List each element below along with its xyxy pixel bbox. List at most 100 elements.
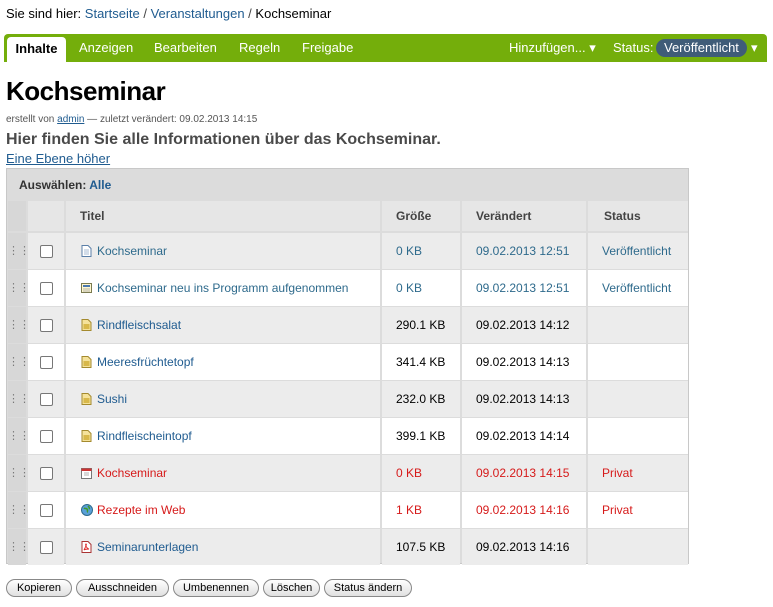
table-row[interactable]: ⋮⋮ Seminarunterlagen 107.5 KB 09.02.2013 14… [7, 529, 688, 565]
column-header-status[interactable]: Status [588, 201, 688, 231]
breadcrumb-home-link[interactable]: Startseite [85, 6, 140, 21]
table-row[interactable]: ⋮⋮ Meeresfrüchtetopf 341.4 KB 09.02.2013 14… [7, 344, 688, 380]
status-value: Veröffentlicht [664, 40, 739, 55]
drag-handle-icon[interactable]: ⋮⋮ [8, 529, 30, 565]
item-title-link[interactable]: Rindfleischeintopf [97, 418, 192, 454]
author-link[interactable]: admin [57, 114, 84, 125]
drag-handle-icon[interactable]: ⋮⋮ [8, 233, 30, 269]
byline-created: erstellt von [6, 114, 55, 125]
item-modified: 09.02.2013 12:51 [462, 270, 586, 306]
pdf-file-icon [81, 541, 92, 553]
tab-sharing[interactable]: Freigabe [302, 34, 353, 62]
table-row[interactable]: ⋮⋮ Kochseminar neu ins Programm aufgenomm… [7, 270, 688, 306]
delete-button[interactable]: Löschen [263, 579, 320, 597]
page-description: Hier finden Sie alle Informationen über … [6, 131, 441, 148]
link-globe-icon [81, 504, 93, 516]
column-header-size[interactable]: Größe [382, 201, 460, 231]
tab-contents[interactable]: Inhalte [7, 37, 66, 62]
image-icon [81, 393, 92, 405]
cut-button[interactable]: Ausschneiden [76, 579, 169, 597]
item-size: 0 KB [382, 270, 460, 306]
breadcrumb-events-link[interactable]: Veranstaltungen [151, 6, 245, 21]
item-title-link[interactable]: Kochseminar [97, 233, 167, 269]
item-status [588, 381, 688, 417]
row-checkbox[interactable] [40, 282, 53, 295]
row-checkbox[interactable] [40, 504, 53, 517]
table-row[interactable]: ⋮⋮ Sushi 232.0 KB 09.02.2013 14:13 [7, 381, 688, 417]
drag-handle-icon[interactable]: ⋮⋮ [8, 492, 30, 528]
breadcrumb-prefix: Sie sind hier: [6, 6, 82, 21]
copy-button[interactable]: Kopieren [6, 579, 72, 597]
item-modified: 09.02.2013 14:15 [462, 455, 586, 491]
folder-contents-table: Auswählen: Alle Titel Größe Verändert St… [6, 168, 689, 565]
item-status: Privat [588, 492, 688, 528]
edit-bar: Inhalte Anzeigen Bearbeiten Regeln Freig… [4, 34, 767, 62]
rename-button[interactable]: Umbenennen [173, 579, 259, 597]
row-checkbox[interactable] [40, 430, 53, 443]
table-row[interactable]: ⋮⋮ Rindfleischeintopf 399.1 KB 09.02.2013 1… [7, 418, 688, 454]
item-status [588, 344, 688, 380]
item-size: 290.1 KB [382, 307, 460, 343]
item-status [588, 307, 688, 343]
select-all-link[interactable]: Alle [89, 178, 111, 192]
item-status: Privat [588, 455, 688, 491]
item-title-link[interactable]: Meeresfrüchtetopf [97, 344, 194, 380]
byline: erstellt von admin — zuletzt verändert: … [6, 114, 257, 125]
row-checkbox[interactable] [40, 541, 53, 554]
item-title-link[interactable]: Seminarunterlagen [97, 529, 198, 565]
tab-edit[interactable]: Bearbeiten [154, 34, 217, 62]
item-status [588, 418, 688, 454]
breadcrumb: Sie sind hier: Startseite / Veranstaltun… [6, 6, 331, 21]
column-header-modified[interactable]: Verändert [462, 201, 586, 231]
change-state-button[interactable]: Status ändern [324, 579, 412, 597]
item-size: 341.4 KB [382, 344, 460, 380]
item-title-link[interactable]: Sushi [97, 381, 127, 417]
item-status: Veröffentlicht [588, 270, 688, 306]
drag-handle-icon[interactable]: ⋮⋮ [8, 418, 30, 454]
status-label: Status: [613, 40, 654, 55]
byline-modified: — zuletzt verändert: 09.02.2013 14:15 [87, 114, 258, 125]
column-header-title[interactable]: Titel [66, 201, 380, 231]
item-modified: 09.02.2013 14:13 [462, 344, 586, 380]
row-checkbox[interactable] [40, 245, 53, 258]
image-icon [81, 430, 92, 442]
chevron-down-icon[interactable]: ▾ [751, 34, 758, 62]
drag-handle-icon[interactable]: ⋮⋮ [8, 344, 30, 380]
item-size: 1 KB [382, 492, 460, 528]
row-checkbox[interactable] [40, 356, 53, 369]
table-row[interactable]: ⋮⋮ Kochseminar 0 KB 09.02.2013 14:15 Privat [7, 455, 688, 491]
drag-handle-icon[interactable]: ⋮⋮ [8, 307, 30, 343]
item-modified: 09.02.2013 14:14 [462, 418, 586, 454]
drag-handle-icon[interactable]: ⋮⋮ [8, 455, 30, 491]
item-size: 0 KB [382, 233, 460, 269]
drag-handle-icon[interactable]: ⋮⋮ [8, 270, 30, 306]
item-modified: 09.02.2013 12:51 [462, 233, 586, 269]
table-row[interactable]: ⋮⋮ Rindfleischsalat 290.1 KB 09.02.2013 14:… [7, 307, 688, 343]
item-title-link[interactable]: Kochseminar [97, 455, 167, 491]
status-menu-button[interactable]: Veröffentlicht [656, 39, 747, 57]
header-drag-cell [8, 201, 26, 231]
up-one-level-link[interactable]: Eine Ebene höher [6, 151, 110, 166]
add-menu-button[interactable]: Hinzufügen... ▾ [509, 34, 596, 62]
item-size: 399.1 KB [382, 418, 460, 454]
tab-rules[interactable]: Regeln [239, 34, 280, 62]
tab-view[interactable]: Anzeigen [79, 34, 133, 62]
table-row[interactable]: ⋮⋮ Kochseminar 0 KB 09.02.2013 12:51 Veröffe… [7, 233, 688, 269]
row-checkbox[interactable] [40, 319, 53, 332]
item-title-link[interactable]: Rindfleischsalat [97, 307, 181, 343]
table-row[interactable]: ⋮⋮ Rezepte im Web 1 KB 09.02.2013 14:16 Priv… [7, 492, 688, 528]
row-checkbox[interactable] [40, 467, 53, 480]
document-icon [81, 245, 92, 257]
row-checkbox[interactable] [40, 393, 53, 406]
item-size: 232.0 KB [382, 381, 460, 417]
item-title-link[interactable]: Kochseminar neu ins Programm aufgenommen [97, 270, 348, 306]
item-modified: 09.02.2013 14:12 [462, 307, 586, 343]
news-item-icon [81, 282, 92, 294]
drag-handle-icon[interactable]: ⋮⋮ [8, 381, 30, 417]
item-status: Veröffentlicht [588, 233, 688, 269]
item-title-link[interactable]: Rezepte im Web [97, 492, 185, 528]
item-modified: 09.02.2013 14:13 [462, 381, 586, 417]
header-checkbox-cell [28, 201, 64, 231]
breadcrumb-current: Kochseminar [255, 6, 332, 21]
image-icon [81, 319, 92, 331]
